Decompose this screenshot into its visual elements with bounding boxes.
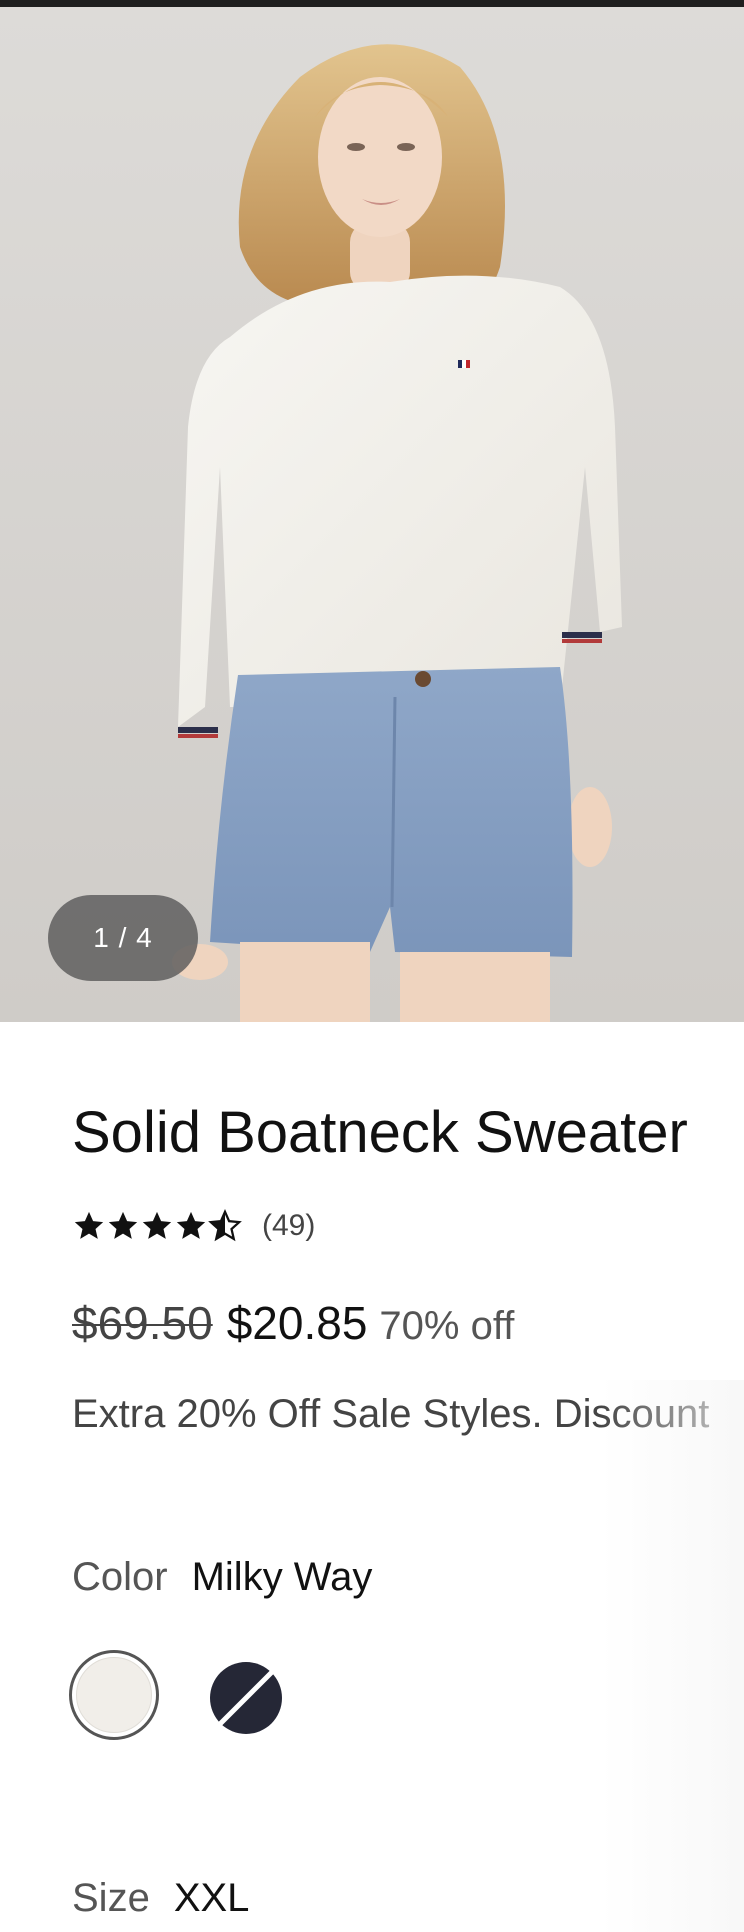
color-label: Color xyxy=(72,1555,168,1599)
star-full-icon xyxy=(108,1211,138,1239)
swatch-milky-way[interactable] xyxy=(69,1650,159,1740)
swatch-navy-unavailable[interactable] xyxy=(210,1662,282,1734)
price-row: $69.50 $20.85 70% off xyxy=(72,1296,744,1350)
star-half-icon xyxy=(208,1209,242,1242)
product-info: Solid Boatneck Sweater (49) $69.50 $20.8… xyxy=(69,1100,744,1742)
image-counter-text: 1 / 4 xyxy=(93,922,153,953)
product-image-carousel[interactable]: 1 / 4 xyxy=(0,7,744,1022)
review-count[interactable]: (49) xyxy=(262,1209,315,1243)
star-rating xyxy=(72,1209,242,1243)
star-full-icon xyxy=(142,1211,172,1239)
rating-summary[interactable]: (49) xyxy=(72,1204,744,1248)
sale-price: $20.85 xyxy=(226,1297,368,1349)
star-full-icon xyxy=(74,1211,104,1239)
product-title: Solid Boatneck Sweater xyxy=(72,1100,688,1165)
image-counter-badge: 1 / 4 xyxy=(48,895,198,981)
color-selector-header: Color Milky Way xyxy=(72,1555,744,1600)
size-label: Size xyxy=(72,1876,150,1920)
star-full-icon xyxy=(176,1211,206,1239)
selected-size: XXL xyxy=(173,1876,250,1920)
top-bar xyxy=(0,0,744,7)
discount-label: 70% off xyxy=(379,1304,515,1348)
selected-color-name: Milky Way xyxy=(191,1555,373,1599)
swatch-milky-way-fill xyxy=(76,1657,152,1733)
product-image[interactable] xyxy=(0,7,744,1022)
size-selector-header: Size XXL xyxy=(72,1876,249,1921)
promo-message: Extra 20% Off Sale Styles. Discount xyxy=(72,1392,710,1436)
original-price: $69.50 xyxy=(72,1297,213,1349)
color-swatches xyxy=(69,1650,744,1742)
